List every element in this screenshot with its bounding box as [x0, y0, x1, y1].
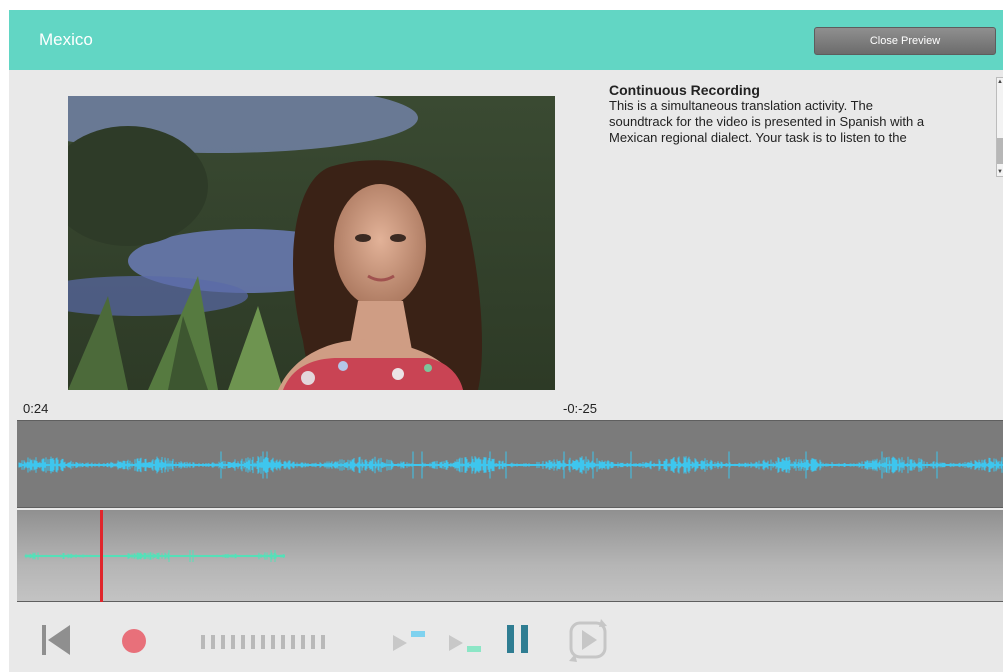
- remaining-time: -0:-25: [563, 401, 597, 416]
- elapsed-time: 0:24: [23, 401, 49, 416]
- pause-icon[interactable]: [505, 624, 533, 654]
- preview-window: Mexico Close Preview Continuous Recordin…: [9, 10, 1003, 672]
- activity-heading: Continuous Recording: [609, 82, 760, 98]
- page-title: Mexico: [39, 30, 93, 49]
- video-player[interactable]: [68, 96, 555, 390]
- description-scrollbar[interactable]: ▲ ▼: [996, 77, 1003, 177]
- description-line: Mexican regional dialect. Your task is t…: [609, 130, 907, 145]
- scroll-up-icon[interactable]: ▲: [997, 78, 1003, 86]
- recording-audio-track[interactable]: [17, 510, 1003, 602]
- video-frame-image: [68, 96, 555, 390]
- level-meter-icon: [201, 635, 325, 649]
- scroll-down-icon[interactable]: ▼: [997, 168, 1003, 176]
- transport-controls: [9, 616, 1003, 672]
- record-icon[interactable]: [121, 628, 147, 654]
- activity-description: Continuous Recording This is a simultane…: [609, 80, 995, 178]
- skip-to-start-icon[interactable]: [41, 624, 73, 656]
- source-audio-track[interactable]: [17, 420, 1003, 508]
- description-line: soundtrack for the video is presented in…: [609, 114, 925, 129]
- playhead[interactable]: [100, 510, 103, 602]
- close-preview-button[interactable]: Close Preview: [814, 27, 996, 55]
- play-source-icon[interactable]: [391, 629, 429, 653]
- source-waveform: [18, 451, 1003, 479]
- play-recording-icon[interactable]: [447, 629, 485, 655]
- header-bar: Mexico Close Preview: [9, 10, 1003, 70]
- replay-icon[interactable]: [565, 617, 611, 665]
- scroll-thumb[interactable]: [997, 138, 1003, 164]
- recording-waveform: [24, 550, 285, 562]
- description-line: This is a simultaneous translation activ…: [609, 98, 873, 113]
